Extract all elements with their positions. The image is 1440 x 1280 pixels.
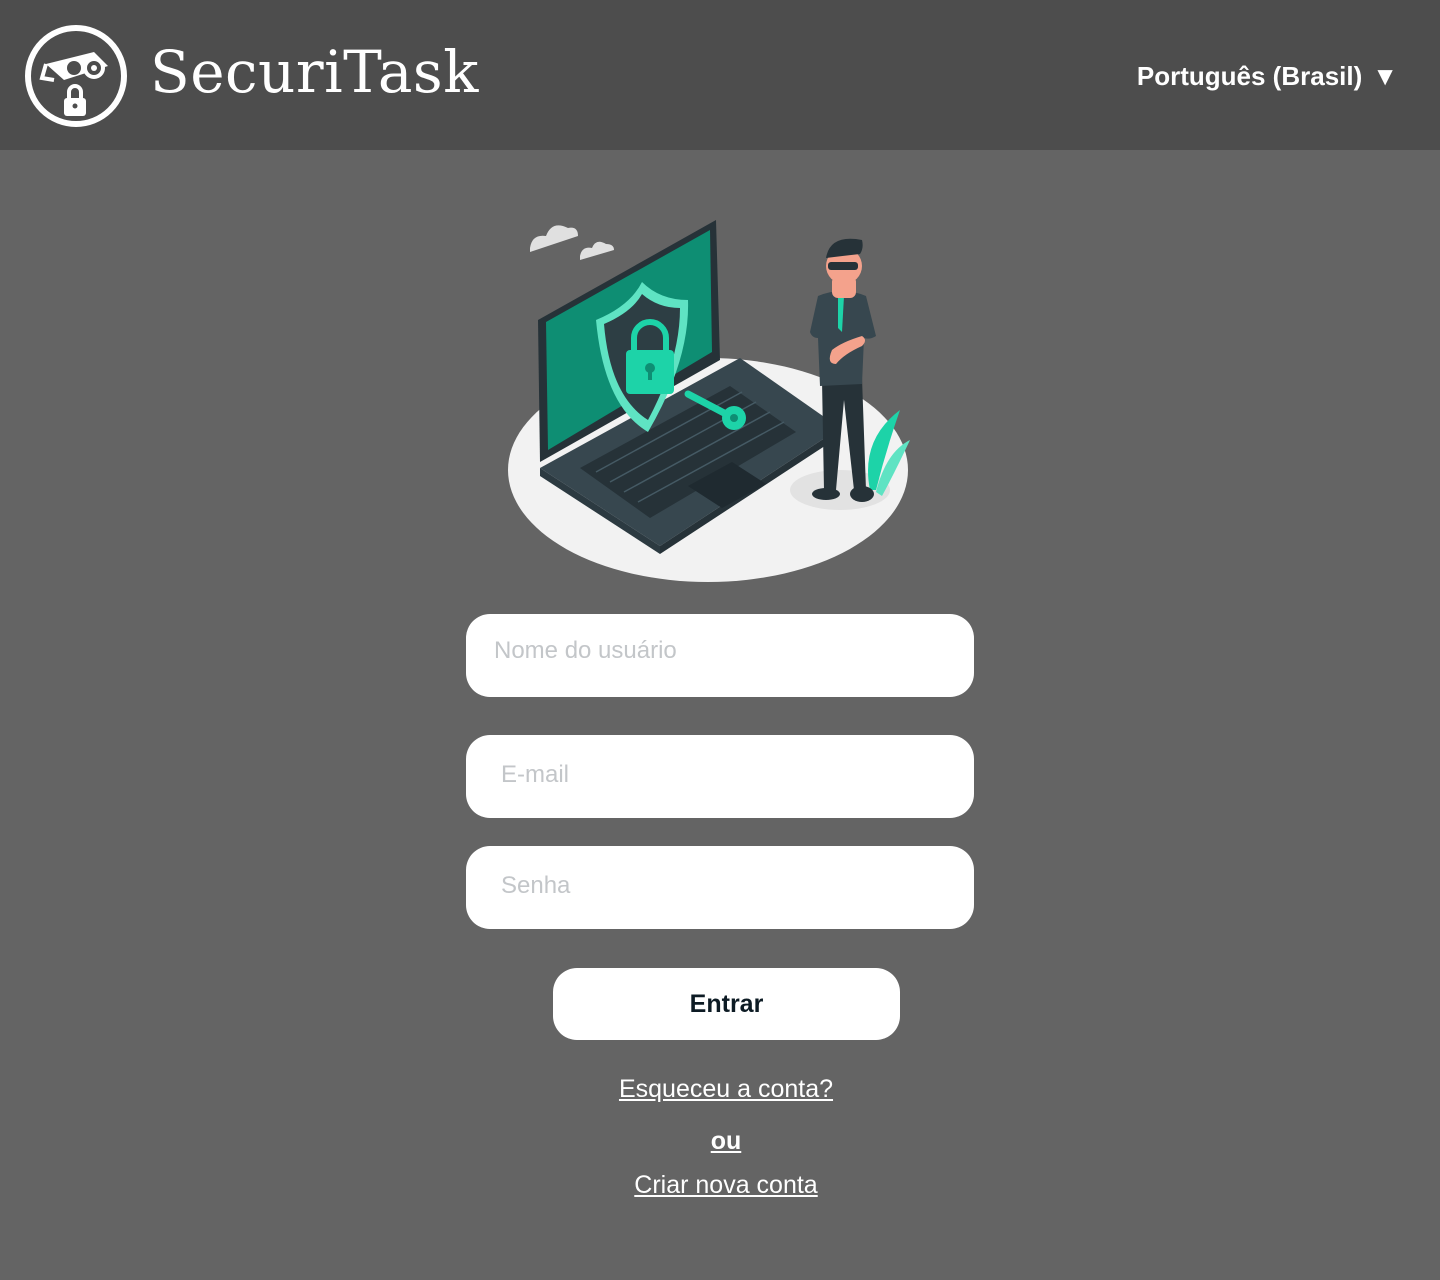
brand-name: SecuriTask xyxy=(150,38,479,106)
or-separator-row: ou xyxy=(0,1127,1440,1156)
username-input[interactable] xyxy=(466,614,974,697)
password-input[interactable] xyxy=(466,846,974,929)
or-separator: ou xyxy=(710,1127,742,1155)
forgot-account-link[interactable]: Esqueceu a conta? xyxy=(619,1075,833,1103)
create-account-link[interactable]: Criar nova conta xyxy=(634,1171,817,1199)
security-camera-lock-icon[interactable] xyxy=(24,24,128,128)
forgot-account-link-row: Esqueceu a conta? xyxy=(0,1075,1440,1104)
email-input[interactable] xyxy=(466,735,974,818)
top-bar: SecuriTask Português (Brasil) ▼ xyxy=(0,0,1440,150)
login-button[interactable]: Entrar xyxy=(553,968,900,1040)
laptop-security-guard-illustration xyxy=(508,220,910,582)
create-account-link-row: Criar nova conta xyxy=(0,1171,1440,1200)
language-label: Português (Brasil) xyxy=(1136,61,1363,91)
chevron-down-icon: ▼ xyxy=(1372,61,1398,91)
language-selector[interactable]: Português (Brasil) ▼ xyxy=(1137,61,1398,92)
